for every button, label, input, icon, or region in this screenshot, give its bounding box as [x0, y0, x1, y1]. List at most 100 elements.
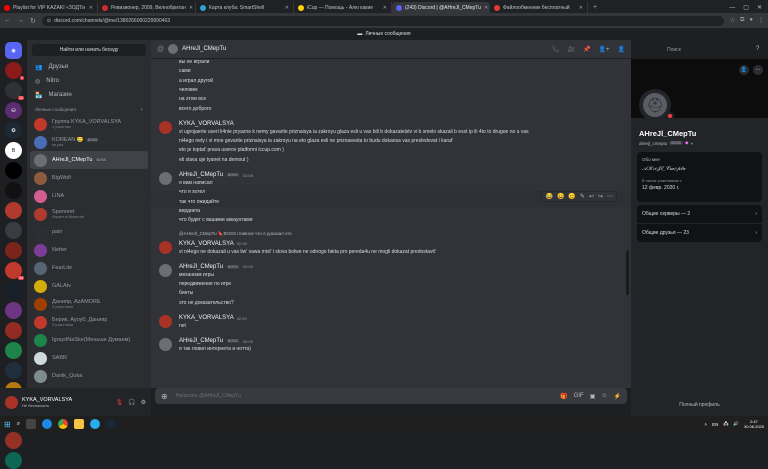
close-tab-icon[interactable]: ✕	[89, 5, 93, 11]
close-window-icon[interactable]: ✕	[757, 4, 762, 11]
server-icon[interactable]	[5, 362, 22, 379]
react-grin-icon[interactable]: 😀	[557, 193, 564, 200]
message-avatar[interactable]	[159, 240, 172, 254]
server-icon[interactable]	[5, 222, 22, 239]
url-field[interactable]: ⊙ discord.com/channels/@me/1380266000229…	[41, 15, 724, 26]
voice-call-icon[interactable]: 📞	[552, 46, 559, 53]
dm-item[interactable]: pain	[30, 223, 148, 241]
reply-icon[interactable]: ↩	[589, 193, 594, 200]
chat-header-name[interactable]: AHreJl_CMepTu	[182, 46, 226, 52]
server-icon[interactable]: 1	[5, 62, 24, 80]
dm-item[interactable]: KOREAN 🥲 BOSS на раз	[30, 133, 148, 151]
emoji-icon[interactable]: ☺	[601, 393, 607, 400]
dm-item[interactable]: FearLite	[30, 259, 148, 277]
menu-dots-icon[interactable]: ⋮	[758, 17, 764, 24]
sticker-icon[interactable]: ▣	[590, 393, 596, 400]
server-icon[interactable]	[5, 182, 22, 199]
telegram-icon[interactable]	[90, 419, 101, 429]
message-author[interactable]: KYKA_VORVALSYA	[179, 315, 234, 321]
server-icon[interactable]	[5, 302, 22, 319]
mutual-friends-row[interactable]: Общие друзья — 23 ›	[637, 224, 762, 242]
dm-item[interactable]: SABR	[30, 349, 148, 367]
browser-tab[interactable]: iCup — Помощь - Алю какие ✕	[294, 2, 392, 13]
server-icon[interactable]	[5, 452, 22, 469]
edge-icon[interactable]	[42, 419, 53, 429]
browser-tab[interactable]: Карта клуба: SmartShell ✕	[196, 2, 294, 13]
chat-search-input[interactable]: Поиск	[663, 45, 753, 55]
chat-scrollbar[interactable]	[626, 250, 629, 295]
close-tab-icon[interactable]: ✕	[383, 5, 387, 11]
dm-item[interactable]: Группа KYKA_VORVALSYA 1 участник	[30, 115, 148, 133]
server-icon[interactable]: 12	[5, 82, 24, 100]
close-tab-icon[interactable]: ✕	[285, 5, 289, 11]
message-author[interactable]: AHreJl_CMepTu	[179, 172, 223, 178]
apps-icon[interactable]: ⚡	[614, 393, 621, 400]
steam-icon[interactable]	[106, 419, 117, 429]
video-call-icon[interactable]: 🎥	[568, 46, 575, 53]
pin-icon[interactable]: 📌	[583, 46, 590, 53]
back-icon[interactable]: ←	[4, 17, 11, 24]
profile-icon[interactable]: ●	[749, 17, 753, 24]
close-tab-icon[interactable]: ✕	[484, 5, 488, 11]
message-author[interactable]: AHreJl_CMepTu	[179, 264, 223, 270]
discord-home-button[interactable]: ◉	[5, 42, 22, 59]
dm-item[interactable]: Netter	[30, 241, 148, 259]
gift-icon[interactable]: 🎁	[560, 393, 567, 400]
dm-nav-friends[interactable]: 👥 Друзья	[27, 60, 151, 74]
server-icon[interactable]: ✪	[5, 122, 22, 139]
server-icon[interactable]	[5, 162, 22, 179]
profile-add-friend-icon[interactable]: 👤	[739, 65, 749, 75]
inbox-icon[interactable]: ?	[756, 46, 759, 52]
message-avatar[interactable]	[159, 338, 172, 352]
server-icon[interactable]	[5, 342, 22, 359]
windows-start-icon[interactable]: ⊞	[4, 420, 11, 429]
settings-gear-icon[interactable]: ⚙	[141, 399, 146, 406]
server-icon[interactable]	[5, 432, 22, 449]
volume-icon[interactable]: 🔊	[733, 421, 739, 427]
reload-icon[interactable]: ↻	[30, 17, 36, 25]
message-avatar[interactable]	[159, 263, 172, 277]
message-avatar[interactable]	[159, 315, 172, 328]
user-avatar[interactable]	[5, 395, 18, 409]
react-smile-icon[interactable]: 😊	[568, 193, 575, 200]
forward-icon[interactable]: ↪	[598, 193, 603, 200]
add-friend-icon[interactable]: 👤+	[599, 46, 610, 53]
maximize-icon[interactable]: ▢	[743, 4, 749, 11]
profile-more-icon[interactable]: ⋯	[753, 65, 763, 75]
edit-icon[interactable]: ✎	[580, 193, 585, 200]
message-avatar[interactable]	[159, 120, 172, 134]
clock[interactable]: 2:47 30.06.2025	[744, 419, 764, 429]
dm-item[interactable]: Spenreet Играет в Minecraft	[30, 205, 148, 223]
dm-nav-nitro[interactable]: ◎ Nitro	[27, 74, 151, 88]
message-author[interactable]: KYKA_VORVALSYA	[179, 121, 234, 127]
server-icon[interactable]: 44	[5, 262, 24, 280]
dm-item[interactable]: LINA	[30, 187, 148, 205]
dm-item[interactable]: Danik_Quka	[30, 367, 148, 385]
server-icon[interactable]: B	[5, 142, 22, 159]
server-icon[interactable]: ⛁	[5, 102, 22, 119]
dm-item[interactable]: BigWolf	[30, 169, 148, 187]
attach-plus-icon[interactable]: ⊕	[161, 392, 168, 401]
language-indicator[interactable]: EN	[712, 422, 718, 427]
tray-up-icon[interactable]: ˄	[704, 422, 707, 427]
mute-mic-icon[interactable]: 🎙	[116, 399, 124, 406]
chrome-icon[interactable]	[58, 419, 69, 429]
message-author[interactable]: KYKA_VORVALSYA	[179, 241, 234, 247]
site-info-icon[interactable]: ⊙	[47, 18, 51, 24]
taskview-icon[interactable]	[26, 419, 37, 429]
new-tab-icon[interactable]: +	[588, 2, 602, 13]
user-profile-toggle-icon[interactable]: 👤	[618, 46, 625, 53]
minimize-icon[interactable]: —	[729, 5, 735, 11]
server-icon[interactable]	[5, 322, 22, 339]
close-tab-icon[interactable]: ✕	[189, 5, 193, 11]
browser-tab[interactable]: Файлообменник бесплатный ✕	[490, 2, 588, 13]
extensions-icon[interactable]: ⧉	[740, 17, 744, 24]
forward-icon[interactable]: →	[17, 17, 24, 24]
server-icon[interactable]	[5, 282, 22, 299]
browser-tab[interactable]: Playlist for VIP KAZAKI «ЗОД'Ги ✕	[0, 2, 98, 13]
dm-nav-shop[interactable]: 🏪 Магазин	[27, 88, 151, 102]
browser-tab[interactable]: Ревизионер, 2009, Велнобритан ✕	[98, 2, 196, 13]
server-icon[interactable]	[5, 202, 22, 219]
reply-preview[interactable]: @AHreJl_CMepTu 🔖BOSS главное что я доказ…	[179, 231, 292, 237]
dm-item[interactable]: Данияр, AzAMORE 3 участника	[30, 295, 148, 313]
